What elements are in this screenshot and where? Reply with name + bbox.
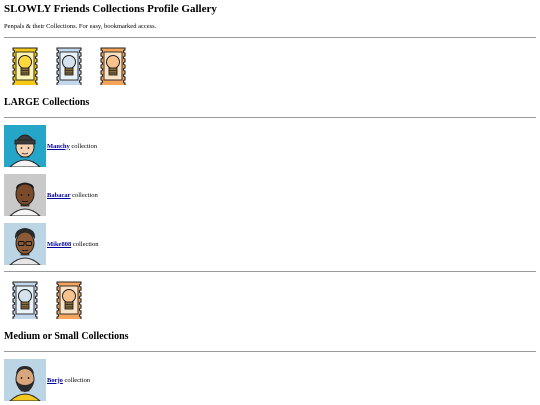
divider (4, 351, 536, 352)
friend-label: Borjo collection (47, 377, 90, 384)
divider (4, 37, 536, 38)
dark-skin-man-avatar (4, 174, 46, 216)
divider (4, 271, 536, 272)
divider (4, 117, 536, 118)
friend-entry: Manchy collection (4, 125, 97, 167)
friend-entry: Babacar collection (4, 174, 98, 216)
collection-label: collection (64, 376, 91, 384)
stamp-row-middle (10, 281, 84, 319)
friend-label: Manchy collection (47, 143, 97, 150)
page-title: SLOWLY Friends Collections Profile Galle… (4, 3, 217, 15)
friend-link-babacar[interactable]: Babacar (47, 192, 70, 199)
beanie-man-avatar (4, 125, 46, 167)
page-subtitle: Penpals & their Collections. For easy, b… (4, 23, 157, 30)
friend-entry: Mike808 collection (4, 223, 98, 265)
lock-orange-stamp-icon (100, 47, 126, 85)
collection-label: collection (72, 240, 99, 248)
lock-blue-stamp-icon (12, 281, 38, 319)
friend-link-mike808[interactable]: Mike808 (47, 241, 71, 248)
lock-blue-stamp-icon (56, 47, 82, 85)
section-heading-large: LARGE Collections (4, 97, 90, 108)
friend-entry: Borjo collection (4, 359, 90, 401)
friend-link-manchy[interactable]: Manchy (47, 143, 70, 150)
glasses-man-avatar (4, 223, 46, 265)
friend-link-borjo[interactable]: Borjo (47, 377, 63, 384)
stamp-row-top (10, 47, 128, 85)
collection-label: collection (71, 142, 98, 150)
bearded-man-avatar (4, 359, 46, 401)
lock-orange-stamp-icon (56, 281, 82, 319)
friend-label: Mike808 collection (47, 241, 98, 248)
friend-label: Babacar collection (47, 192, 98, 199)
lightbulb-stamp-icon (12, 47, 38, 85)
collection-label: collection (72, 191, 98, 199)
section-heading-medium: Medium or Small Collections (4, 331, 129, 342)
